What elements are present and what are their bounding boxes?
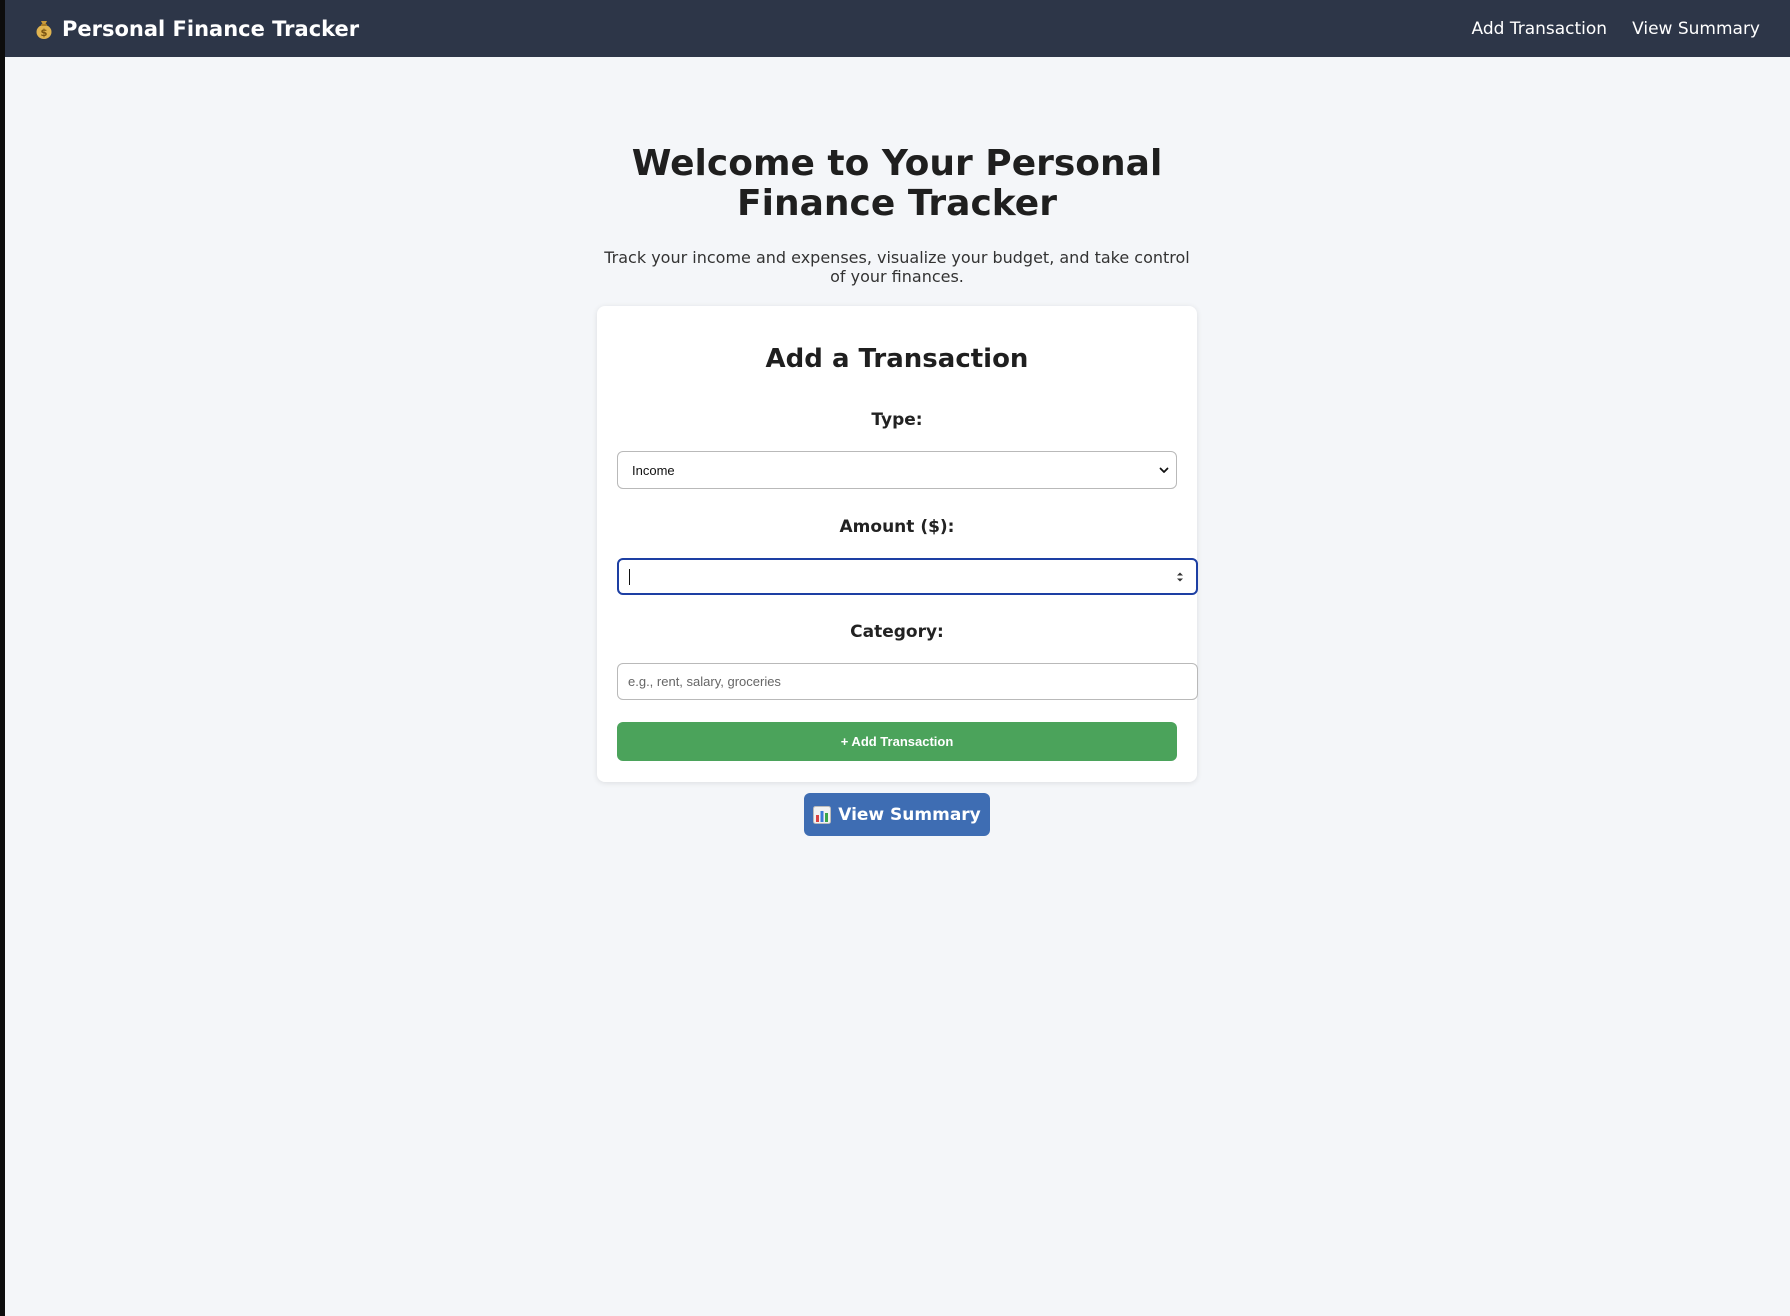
- window-edge: [0, 0, 5, 1316]
- nav-links: Add Transaction View Summary: [1447, 19, 1760, 39]
- chevron-down-icon: [1158, 464, 1170, 476]
- brand-title: Personal Finance Tracker: [62, 16, 360, 41]
- brand[interactable]: $ Personal Finance Tracker: [35, 17, 359, 41]
- type-select-value: Income: [632, 462, 675, 478]
- amount-label: Amount ($):: [839, 517, 955, 537]
- type-label: Type:: [871, 410, 923, 430]
- page-title: Welcome to Your Personal Finance Tracker: [631, 143, 1163, 224]
- nav-link-add-transaction[interactable]: Add Transaction: [1472, 19, 1608, 39]
- text-cursor: [629, 568, 630, 585]
- view-summary-label: View Summary: [838, 804, 981, 825]
- amount-input[interactable]: [617, 558, 1198, 595]
- money-bag-icon: $: [35, 19, 53, 39]
- page-subtitle: Track your income and expenses, visualiz…: [604, 248, 1190, 286]
- category-placeholder: e.g., rent, salary, groceries: [628, 674, 781, 689]
- category-label: Category:: [850, 622, 944, 642]
- view-summary-button[interactable]: View Summary: [804, 793, 990, 836]
- category-input[interactable]: e.g., rent, salary, groceries: [617, 663, 1198, 700]
- nav-link-view-summary[interactable]: View Summary: [1632, 19, 1760, 39]
- number-stepper-icon[interactable]: [1174, 569, 1186, 585]
- transaction-form-card: [597, 306, 1197, 782]
- type-select[interactable]: Income: [617, 451, 1177, 489]
- top-navbar: $ Personal Finance Tracker Add Transacti…: [5, 0, 1790, 57]
- bar-chart-icon: [813, 805, 832, 824]
- svg-text:$: $: [41, 28, 48, 39]
- form-heading: Add a Transaction: [765, 344, 1029, 374]
- add-transaction-button[interactable]: + Add Transaction: [617, 722, 1177, 761]
